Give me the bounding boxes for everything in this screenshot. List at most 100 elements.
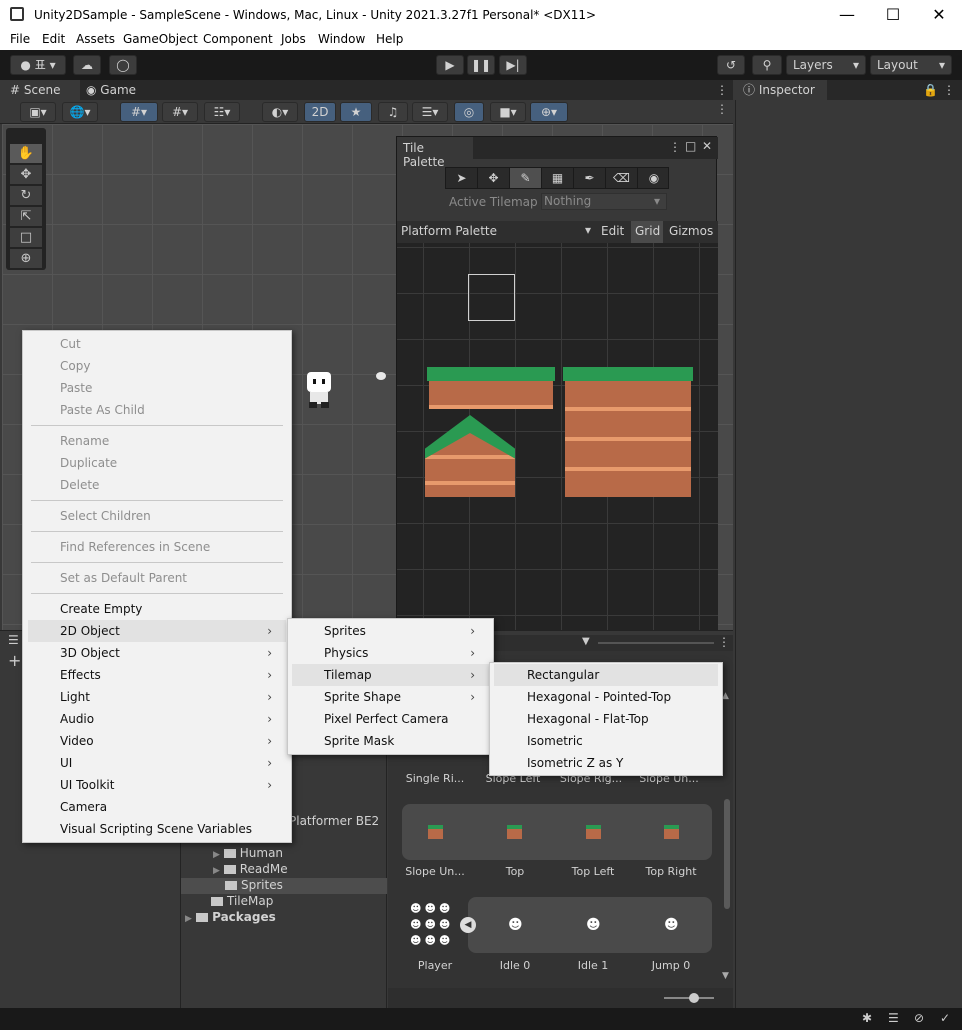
menu-item-tilemap[interactable]: Tilemap ›: [292, 664, 489, 686]
check-icon[interactable]: ✓: [940, 1011, 950, 1025]
layers-dropdown[interactable]: Layers ▾: [786, 55, 866, 75]
zoom-slider[interactable]: [689, 993, 699, 1003]
paint-brush-icon[interactable]: ✎: [510, 168, 542, 188]
move-tool-icon[interactable]: ✥: [10, 165, 42, 184]
menu-item-video[interactable]: Video ›: [28, 730, 286, 752]
menu-assets[interactable]: Assets: [76, 32, 115, 46]
menu-item-camera[interactable]: Camera: [60, 796, 107, 818]
scroll-down-icon[interactable]: ▼: [722, 971, 729, 981]
palette-maximize-icon[interactable]: □: [685, 139, 696, 153]
sprite-thumbnail[interactable]: [428, 825, 443, 839]
menu-gameobject[interactable]: GameObject: [123, 32, 198, 46]
tile-palette-title[interactable]: Tile Palette: [397, 137, 473, 169]
active-tilemap-dropdown[interactable]: Nothing ▾: [541, 193, 667, 210]
effects-icon[interactable]: ☰▾: [412, 102, 448, 122]
menu-item-2d-object[interactable]: 2D Object ›: [28, 620, 286, 642]
global-icon[interactable]: 🌐▾: [62, 102, 98, 122]
menu-item-sprites[interactable]: Sprites ›: [292, 620, 489, 642]
tab-scene[interactable]: # Scene: [0, 80, 80, 100]
layers-stack-icon[interactable]: ☰: [888, 1011, 899, 1025]
rect-tool-icon[interactable]: □: [10, 228, 42, 247]
sprite-thumbnail[interactable]: ☻: [586, 917, 601, 933]
scrollbar-thumb[interactable]: [724, 799, 730, 909]
camera-icon[interactable]: ■▾: [490, 102, 526, 122]
menu-item-light[interactable]: Light ›: [28, 686, 286, 708]
lighting-icon[interactable]: ★: [340, 102, 372, 122]
menu-item-ui-toolkit[interactable]: UI Toolkit ›: [28, 774, 286, 796]
project-menu-icon[interactable]: ☰: [8, 633, 19, 647]
grid-snap-icon[interactable]: #▾: [120, 102, 158, 122]
sprite-thumbnail[interactable]: [586, 825, 601, 839]
menu-item-visual-scripting[interactable]: Visual Scripting Scene Variables: [60, 818, 252, 840]
visibility-icon[interactable]: ◎: [454, 102, 484, 122]
menu-help[interactable]: Help: [376, 32, 403, 46]
maximize-icon[interactable]: ☐: [870, 0, 916, 30]
menu-item-isometric-z-as-y[interactable]: Isometric Z as Y: [527, 752, 623, 774]
folder-sprites-row[interactable]: [181, 878, 387, 894]
folder-packages[interactable]: ▶ Packages: [185, 910, 276, 924]
box-fill-icon[interactable]: ▦: [542, 168, 574, 188]
collapse-icon[interactable]: ◀: [460, 917, 476, 933]
hand-tool-icon[interactable]: ✋: [10, 144, 42, 163]
assets-dropdown-icon[interactable]: ▼: [582, 636, 590, 647]
menu-item-audio[interactable]: Audio ›: [28, 708, 286, 730]
inspector-menu-icon[interactable]: ⋮: [943, 80, 955, 100]
scale-tool-icon[interactable]: ⇱: [10, 207, 42, 226]
asset-label[interactable]: Jump 0: [636, 959, 706, 972]
folder-sprites[interactable]: Sprites: [225, 878, 283, 892]
play-icon[interactable]: ▶: [436, 55, 464, 75]
layout-dropdown[interactable]: Layout ▾: [870, 55, 952, 75]
search-icon[interactable]: ⚲: [752, 55, 782, 75]
menu-component[interactable]: Component: [203, 32, 273, 46]
asset-label[interactable]: Top Right: [636, 865, 706, 878]
menu-item-isometric[interactable]: Isometric: [527, 730, 583, 752]
asset-label[interactable]: Top: [480, 865, 550, 878]
gizmos-button[interactable]: Gizmos: [667, 221, 717, 243]
menu-jobs[interactable]: Jobs: [281, 32, 306, 46]
add-icon[interactable]: +: [8, 651, 21, 670]
palette-tile-grid[interactable]: [397, 243, 718, 633]
step-icon[interactable]: ▶|: [499, 55, 527, 75]
menu-item-sprite-mask[interactable]: Sprite Mask: [324, 730, 394, 752]
sprite-thumbnail[interactable]: ☻: [508, 917, 523, 933]
palette-close-icon[interactable]: ✕: [702, 139, 712, 153]
select-tool-icon[interactable]: ➤: [446, 168, 478, 188]
sprite-thumbnail[interactable]: ☻: [664, 917, 679, 933]
menu-item-physics[interactable]: Physics ›: [292, 642, 489, 664]
fill-bucket-icon[interactable]: ◉: [638, 168, 670, 188]
lock-icon[interactable]: 🔒: [923, 80, 938, 100]
move-tool-icon[interactable]: ✥: [478, 168, 510, 188]
asset-label[interactable]: Player: [400, 959, 470, 972]
tab-game[interactable]: ◉ Game: [86, 80, 146, 100]
sprite-thumbnail[interactable]: [664, 825, 679, 839]
scroll-up-icon[interactable]: ▲: [722, 691, 729, 701]
menu-window[interactable]: Window: [318, 32, 365, 46]
player-spritesheet-thumbnail[interactable]: ☻☻☻ ☻☻☻ ☻☻☻: [410, 901, 460, 949]
tile-dirt-platform[interactable]: [429, 381, 553, 409]
menu-item-sprite-shape[interactable]: Sprite Shape ›: [292, 686, 489, 708]
menu-item-effects[interactable]: Effects ›: [28, 664, 286, 686]
debug-icon[interactable]: ✱: [862, 1011, 872, 1025]
picker-icon[interactable]: ✒: [574, 168, 606, 188]
increment-snap-icon[interactable]: #▾: [162, 102, 198, 122]
sprite-thumbnail[interactable]: [507, 825, 522, 839]
edit-button[interactable]: Edit: [597, 221, 627, 243]
tile-grass-top-right[interactable]: [563, 367, 693, 381]
transform-tool-icon[interactable]: ⊕: [10, 249, 42, 268]
asset-label[interactable]: Idle 1: [558, 959, 628, 972]
menu-item-ui[interactable]: UI ›: [28, 752, 286, 774]
menu-item-hex-pointed-top[interactable]: Hexagonal - Pointed-Top: [527, 686, 671, 708]
2d-toggle[interactable]: 2D: [304, 102, 336, 122]
tile-grass-top[interactable]: [427, 367, 555, 381]
scene-menu-icon[interactable]: ⋮: [716, 102, 728, 116]
rotate-tool-icon[interactable]: ↻: [10, 186, 42, 205]
collab-icon[interactable]: ◯: [109, 55, 137, 75]
minimize-icon[interactable]: —: [824, 0, 870, 30]
grid-button[interactable]: Grid: [631, 221, 663, 243]
tile-dirt-block[interactable]: [565, 381, 691, 497]
tab-inspector[interactable]: ⓘ Inspector: [735, 80, 827, 100]
player-sprite[interactable]: [305, 372, 333, 408]
eraser-icon[interactable]: ⌫: [606, 168, 638, 188]
assets-menu-icon[interactable]: ⋮: [718, 635, 730, 649]
folder-platformer[interactable]: Platformer BE2: [289, 814, 379, 828]
